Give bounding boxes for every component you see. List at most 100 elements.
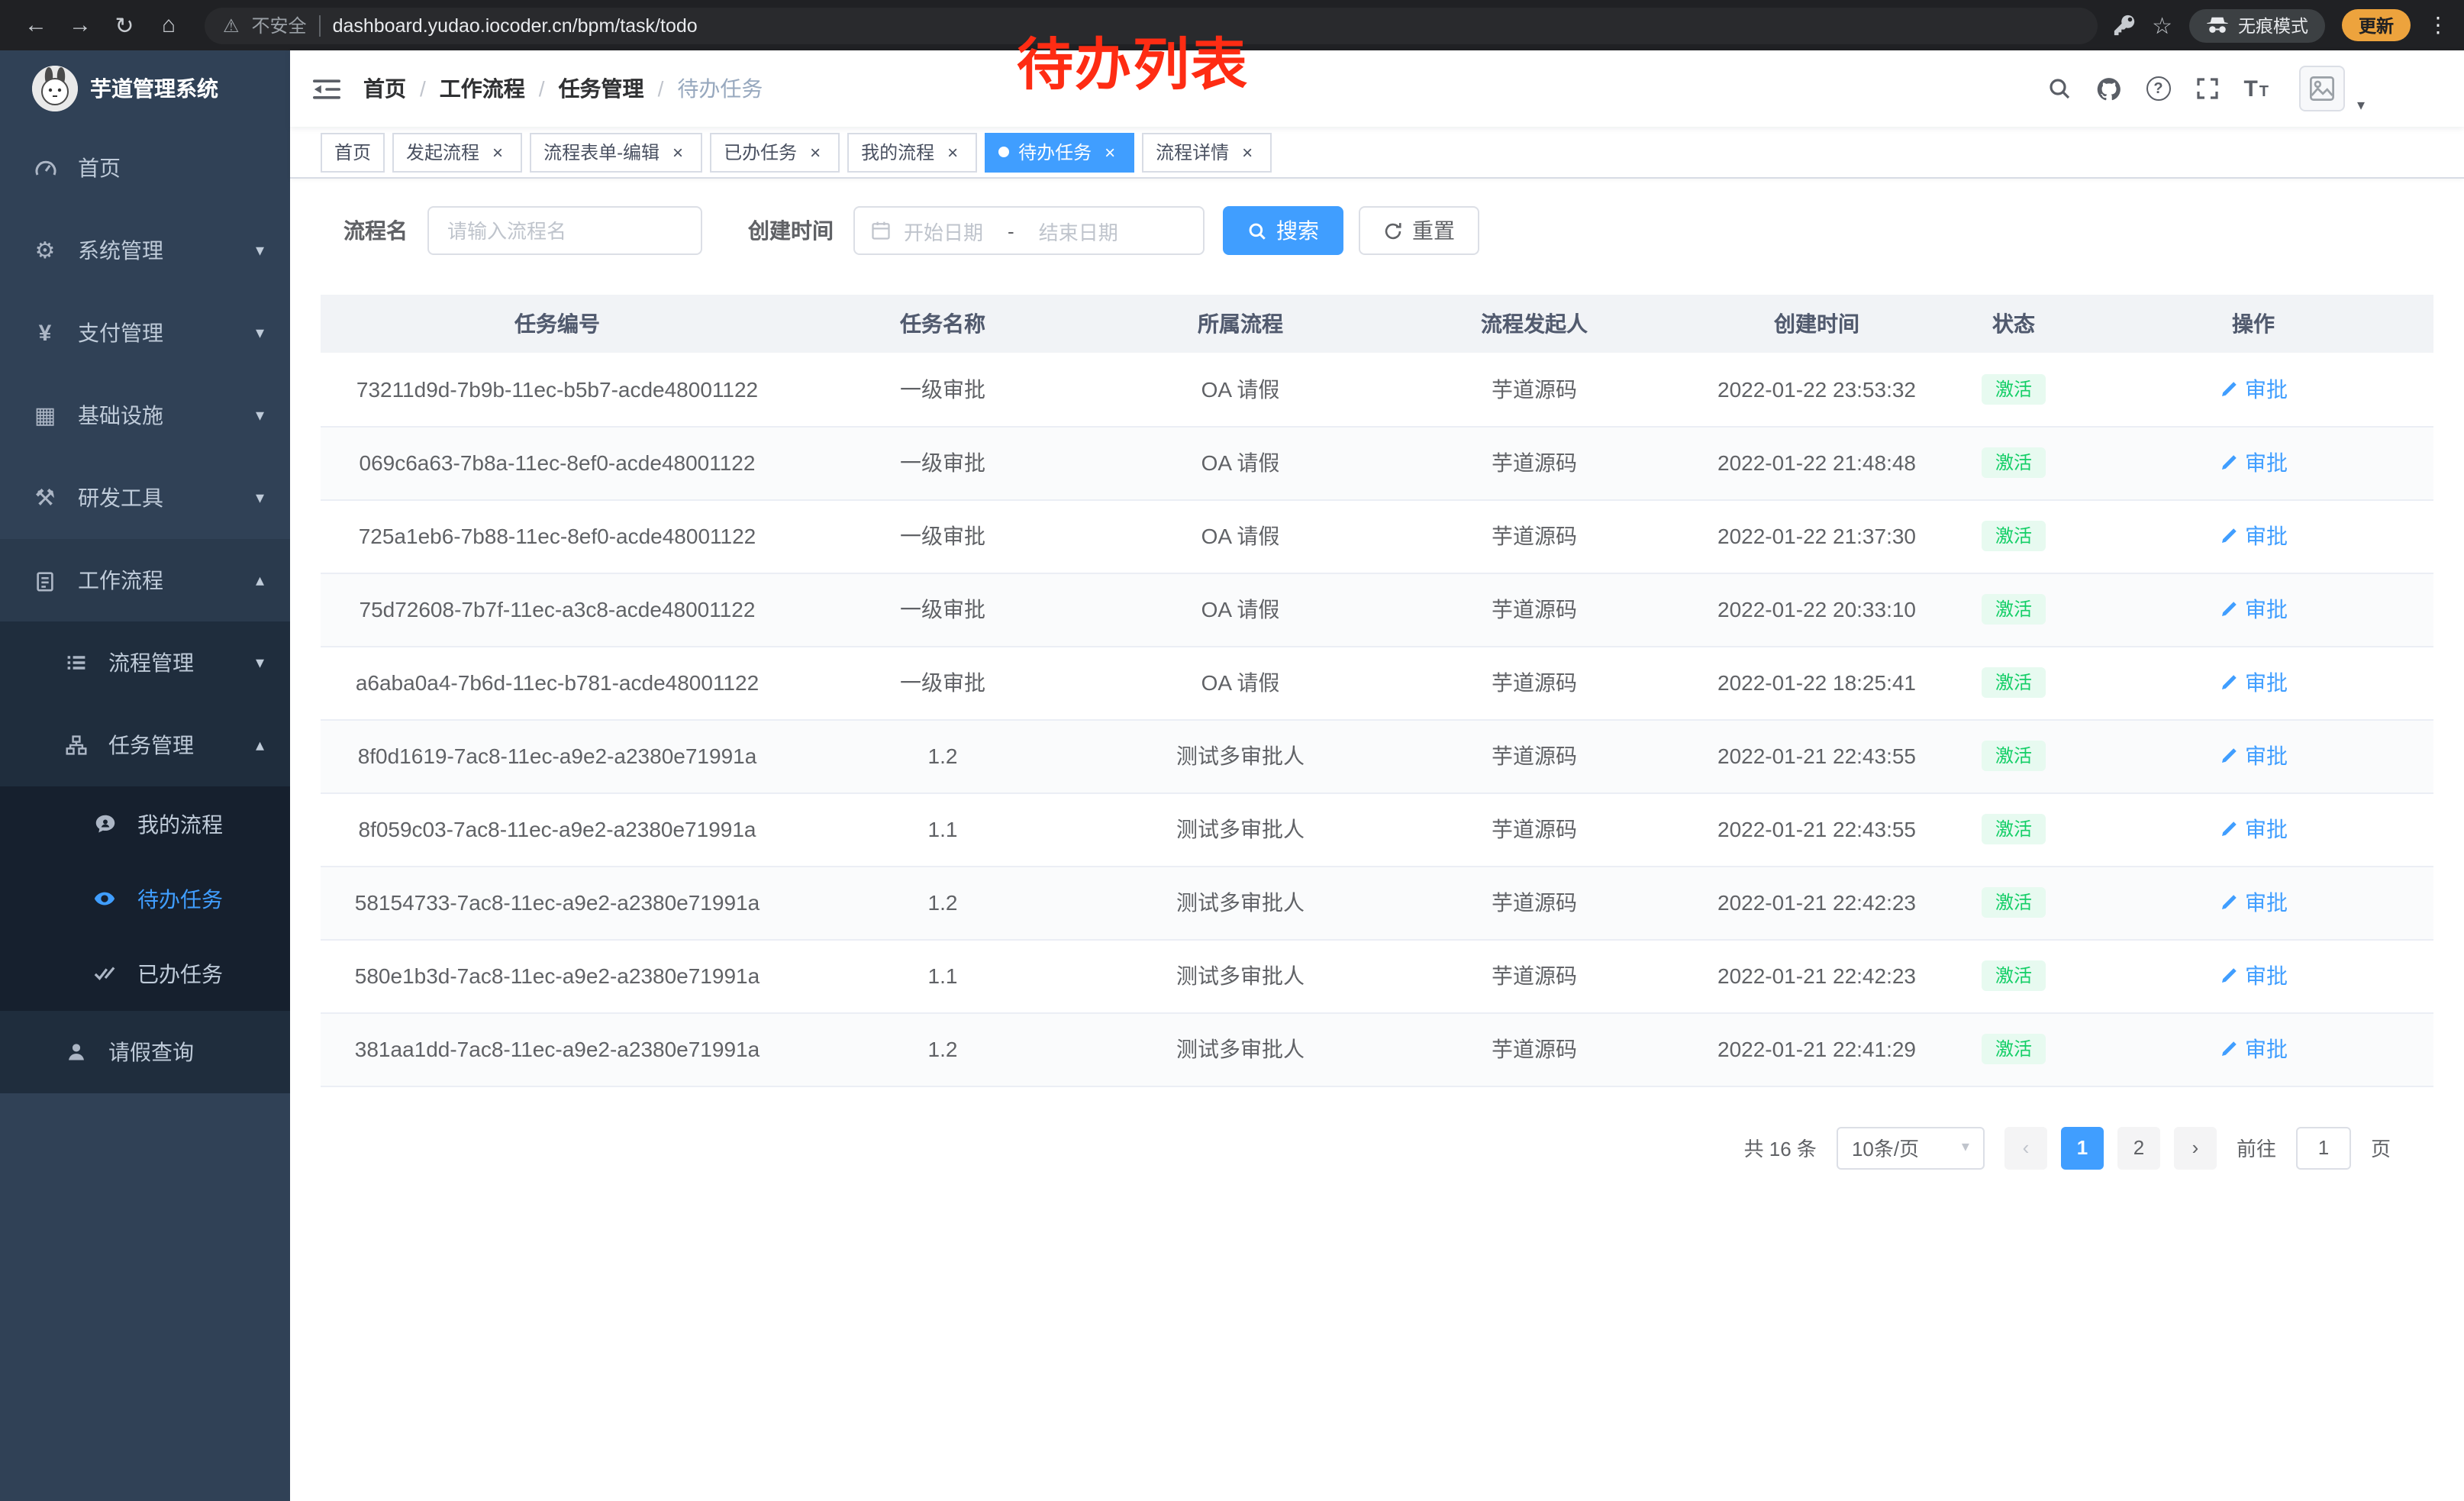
search-icon[interactable]	[2046, 76, 2071, 101]
cell-status: 激活	[1954, 866, 2073, 939]
cell-task-name: 一级审批	[794, 426, 1092, 499]
cell-status: 激活	[1954, 499, 2073, 573]
sidebar-item-done-tasks[interactable]: 已办任务	[0, 936, 290, 1011]
tab-process-detail[interactable]: 流程详情 ×	[1142, 132, 1272, 172]
sidebar-item-system[interactable]: ⚙ 系统管理 ▾	[0, 209, 290, 292]
close-icon[interactable]: ×	[805, 141, 826, 163]
font-size-icon[interactable]: TT	[2243, 76, 2269, 102]
reset-button[interactable]: 重置	[1359, 206, 1479, 255]
github-icon[interactable]	[2095, 76, 2121, 102]
sidebar-item-label: 我的流程	[137, 809, 223, 839]
gear-icon: ⚙	[32, 237, 58, 264]
chevron-down-icon: ▾	[1962, 1139, 1969, 1156]
sidebar-item-label: 研发工具	[78, 483, 163, 513]
page-button-2[interactable]: 2	[2117, 1126, 2160, 1169]
create-time-label: 创建时间	[748, 215, 834, 246]
tab-todo-tasks[interactable]: 待办任务 ×	[985, 132, 1134, 172]
table-row[interactable]: 8f059c03-7ac8-11ec-a9e2-a2380e71991a 1.1…	[321, 792, 2433, 866]
tab-my-processes[interactable]: 我的流程 ×	[847, 132, 977, 172]
close-icon[interactable]: ×	[667, 141, 689, 163]
process-name-label: 流程名	[343, 215, 408, 246]
tab-done-tasks[interactable]: 已办任务 ×	[710, 132, 840, 172]
security-label[interactable]: 不安全	[252, 12, 307, 38]
sidebar-item-leave-query[interactable]: 请假查询	[0, 1011, 290, 1093]
table-row[interactable]: 580e1b3d-7ac8-11ec-a9e2-a2380e71991a 1.1…	[321, 939, 2433, 1012]
tab-home[interactable]: 首页	[321, 132, 385, 172]
page-size-select[interactable]: 10条/页 ▾	[1837, 1126, 1985, 1169]
sidebar-item-infrastructure[interactable]: ▦ 基础设施 ▾	[0, 374, 290, 457]
status-badge: 激活	[1982, 667, 2046, 699]
table-row[interactable]: 069c6a63-7b8a-11ec-8ef0-acde48001122 一级审…	[321, 426, 2433, 499]
address-bar[interactable]: ⚠ 不安全 dashboard.yudao.iocoder.cn/bpm/tas…	[205, 7, 2097, 44]
close-icon[interactable]: ×	[942, 141, 963, 163]
table-row[interactable]: 58154733-7ac8-11ec-a9e2-a2380e71991a 1.2…	[321, 866, 2433, 939]
table-row[interactable]: a6aba0a4-7b6d-11ec-b781-acde48001122 一级审…	[321, 646, 2433, 719]
pencil-icon	[2219, 600, 2237, 618]
user-avatar[interactable]: ▾	[2299, 66, 2345, 111]
approve-button[interactable]: 审批	[2219, 960, 2288, 991]
close-icon[interactable]: ×	[1099, 141, 1121, 163]
breadcrumb-task-management[interactable]: 任务管理	[559, 73, 644, 104]
url-text[interactable]: dashboard.yudao.iocoder.cn/bpm/task/todo	[333, 15, 698, 36]
cell-create-time: 2022-01-21 22:42:23	[1679, 939, 1954, 1012]
incognito-icon	[2206, 15, 2229, 35]
approve-button[interactable]: 审批	[2219, 521, 2288, 551]
approve-button[interactable]: 审批	[2219, 887, 2288, 918]
table-row[interactable]: 381aa1dd-7ac8-11ec-a9e2-a2380e71991a 1.2…	[321, 1012, 2433, 1086]
close-icon[interactable]: ×	[1237, 141, 1258, 163]
table-row[interactable]: 725a1eb6-7b88-11ec-8ef0-acde48001122 一级审…	[321, 499, 2433, 573]
breadcrumb-home[interactable]: 首页	[363, 73, 406, 104]
sidebar-item-my-processes[interactable]: 我的流程	[0, 786, 290, 861]
list-icon	[63, 652, 89, 673]
approve-button[interactable]: 审批	[2219, 741, 2288, 771]
table-body: 73211d9d-7b9b-11ec-b5b7-acde48001122 一级审…	[321, 353, 2433, 1086]
update-button[interactable]: 更新	[2342, 9, 2411, 41]
fullscreen-icon[interactable]	[2195, 76, 2219, 101]
sidebar-item-home[interactable]: 首页	[0, 127, 290, 209]
next-page-button[interactable]: ›	[2174, 1126, 2217, 1169]
approve-button[interactable]: 审批	[2219, 594, 2288, 625]
incognito-badge: 无痕模式	[2189, 8, 2325, 42]
prev-page-button[interactable]: ‹	[2004, 1126, 2047, 1169]
tab-process-form-edit[interactable]: 流程表单-编辑 ×	[530, 132, 702, 172]
avatar-caret-icon[interactable]: ▾	[2357, 98, 2365, 115]
browser-chrome: ← → ↻ ⌂ ⚠ 不安全 dashboard.yudao.iocoder.cn…	[0, 0, 2464, 50]
process-name-input[interactable]	[427, 206, 702, 255]
sidebar-toggle-icon[interactable]	[313, 77, 340, 100]
table-row[interactable]: 75d72608-7b7f-11ec-a3c8-acde48001122 一级审…	[321, 573, 2433, 646]
sidebar-item-workflow[interactable]: 工作流程 ▴	[0, 539, 290, 621]
sidebar-item-task-management[interactable]: 任务管理 ▴	[0, 704, 290, 786]
page-button-1[interactable]: 1	[2061, 1126, 2104, 1169]
home-icon[interactable]: ⌂	[148, 5, 189, 46]
help-icon[interactable]: ?	[2146, 76, 2170, 101]
sidebar-item-process-management[interactable]: 流程管理 ▾	[0, 621, 290, 704]
date-range-picker[interactable]: 开始日期 - 结束日期	[853, 206, 1205, 255]
sidebar-item-devtools[interactable]: ⚒ 研发工具 ▾	[0, 457, 290, 539]
approve-button[interactable]: 审批	[2219, 667, 2288, 698]
approve-button[interactable]: 审批	[2219, 447, 2288, 478]
cell-process: 测试多审批人	[1092, 792, 1389, 866]
key-icon[interactable]	[2112, 14, 2135, 37]
approve-button[interactable]: 审批	[2219, 374, 2288, 405]
table-row[interactable]: 8f0d1619-7ac8-11ec-a9e2-a2380e71991a 1.2…	[321, 719, 2433, 792]
back-icon[interactable]: ←	[15, 5, 56, 46]
bookmark-star-icon[interactable]: ☆	[2152, 11, 2172, 39]
sidebar-item-todo-tasks[interactable]: 待办任务	[0, 861, 290, 936]
close-icon[interactable]: ×	[487, 141, 508, 163]
search-button[interactable]: 搜索	[1223, 206, 1343, 255]
approve-button[interactable]: 审批	[2219, 814, 2288, 844]
tab-start-process[interactable]: 发起流程 ×	[392, 132, 522, 172]
column-actions: 操作	[2073, 295, 2433, 353]
browser-menu-icon[interactable]: ⋮	[2427, 12, 2449, 38]
sidebar-item-payment[interactable]: ¥ 支付管理 ▾	[0, 292, 290, 374]
breadcrumb-workflow[interactable]: 工作流程	[440, 73, 525, 104]
cell-initiator: 芋道源码	[1389, 792, 1679, 866]
refresh-icon	[1383, 221, 1403, 240]
approve-button[interactable]: 审批	[2219, 1034, 2288, 1064]
forward-icon[interactable]: →	[60, 5, 101, 46]
table-row[interactable]: 73211d9d-7b9b-11ec-b5b7-acde48001122 一级审…	[321, 353, 2433, 426]
cell-actions: 审批	[2073, 499, 2433, 573]
goto-page-input[interactable]	[2296, 1126, 2351, 1169]
cell-task-id: 069c6a63-7b8a-11ec-8ef0-acde48001122	[321, 426, 794, 499]
reload-icon[interactable]: ↻	[104, 5, 145, 46]
